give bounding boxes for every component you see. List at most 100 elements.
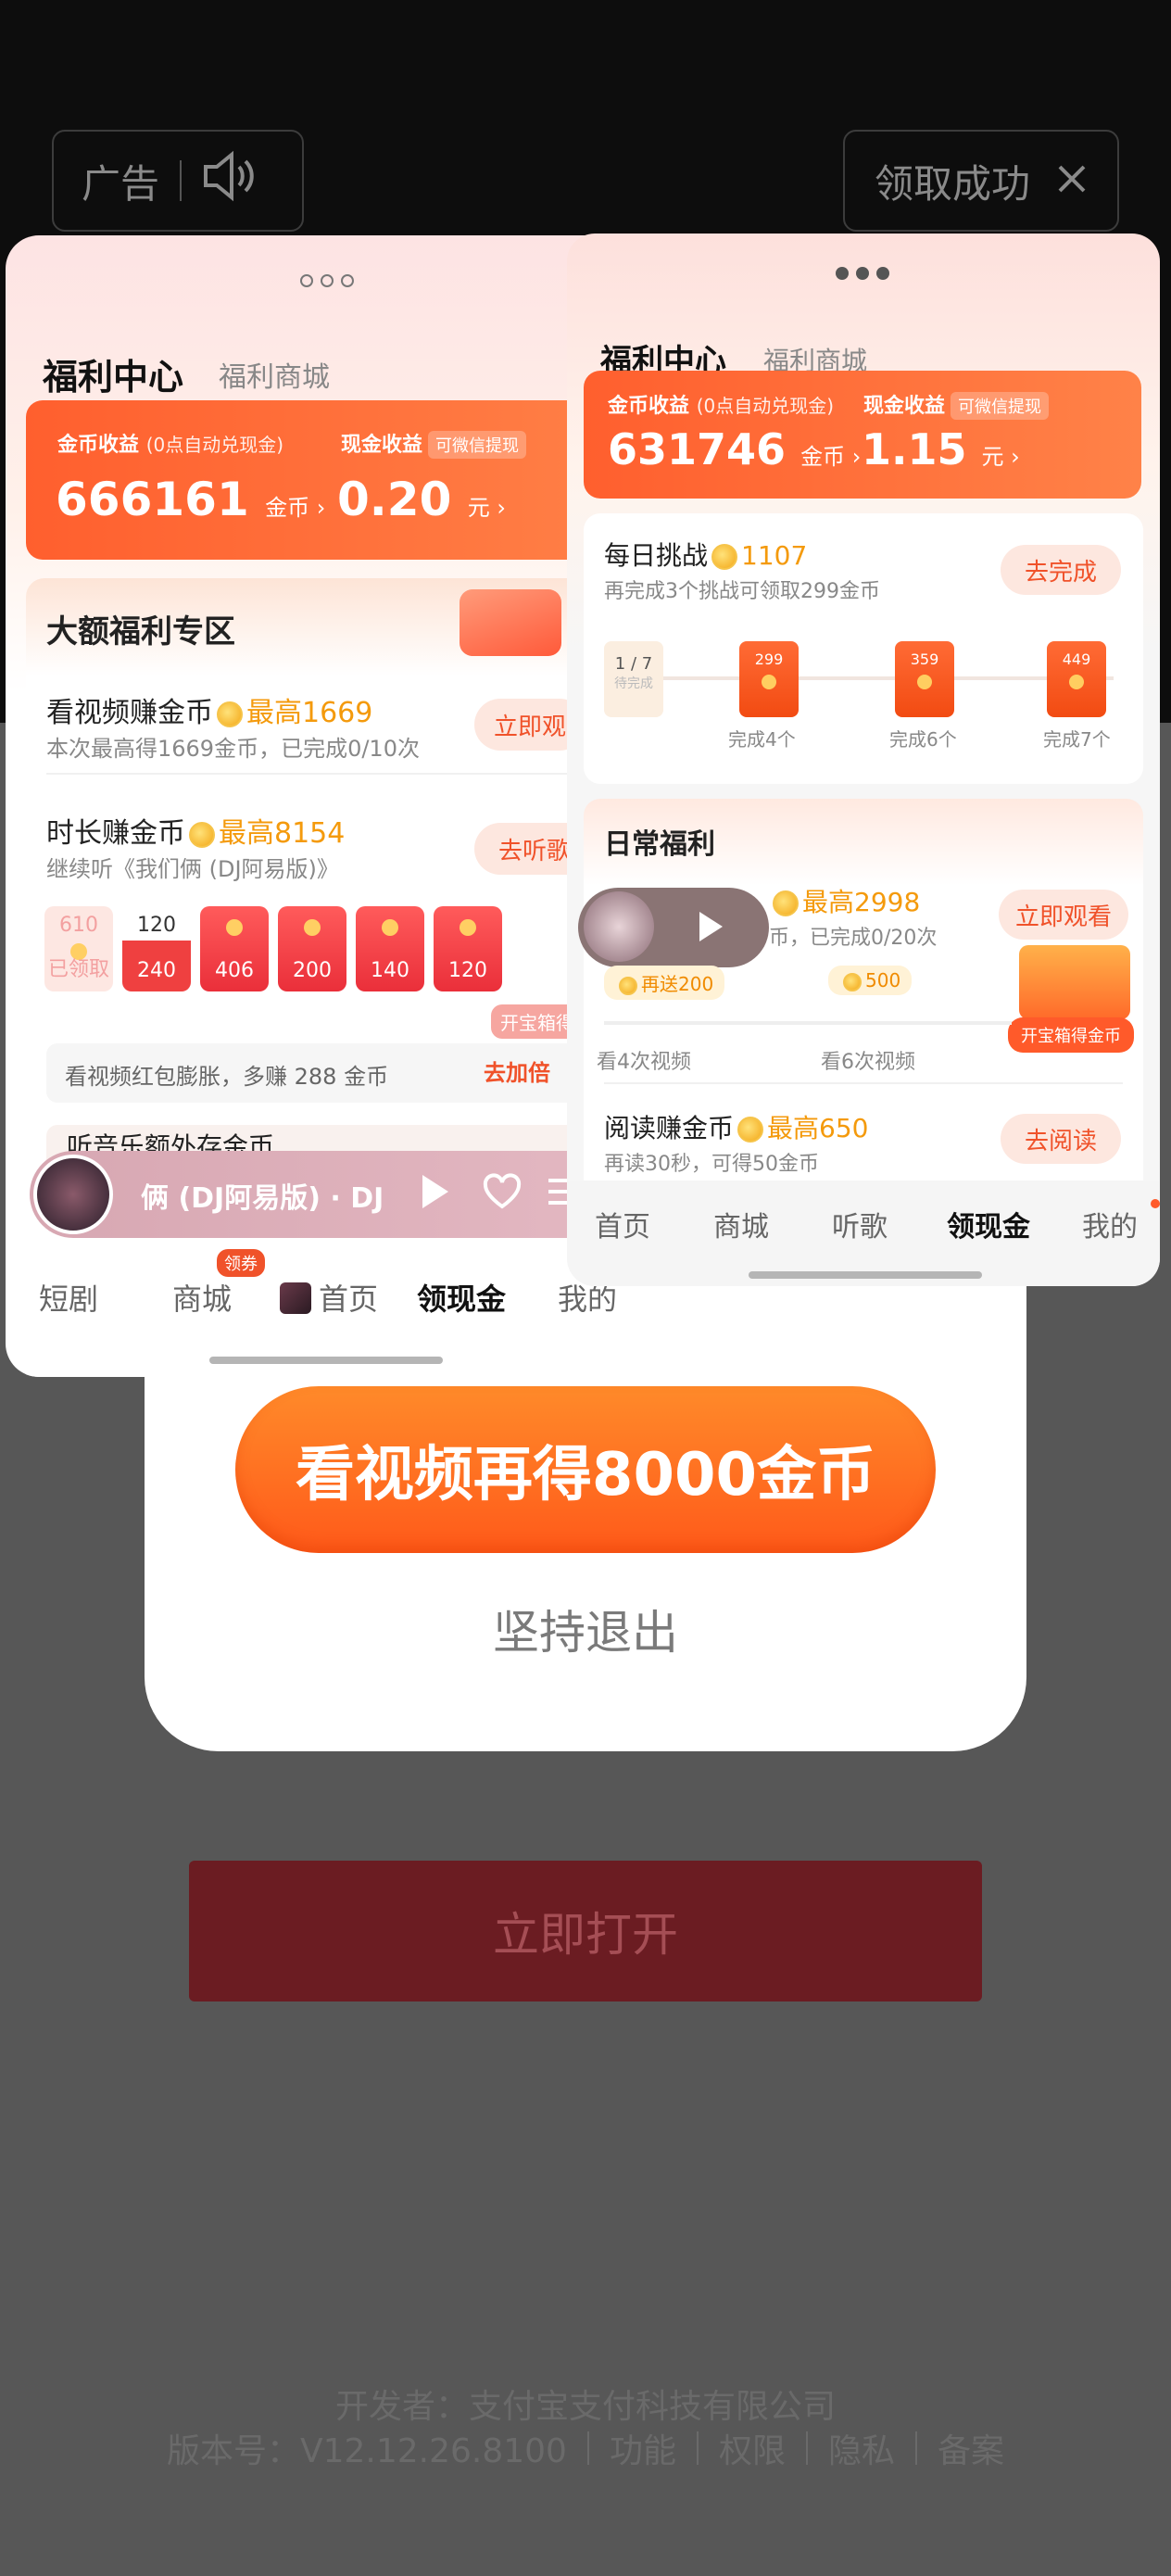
version-info: 版本号：V12.12.26.8100 xyxy=(166,2432,567,2470)
tab-welfare-center[interactable]: 福利中心 xyxy=(43,348,183,399)
nav-claim-cash[interactable]: 领现金 xyxy=(417,1276,506,1319)
red-packet: 200 xyxy=(278,906,346,991)
video-earn-desc: 本次最高得1669金币，已完成0/10次 xyxy=(46,736,420,762)
nav-mall[interactable]: 商城 xyxy=(713,1204,769,1244)
read-earn-title: 阅读赚金币 xyxy=(604,1113,735,1143)
coin-icon xyxy=(217,701,243,727)
red-packet: 120 xyxy=(434,906,502,991)
bottom-nav: 短剧 商城 领券 首页 领现金 我的 xyxy=(39,1249,647,1325)
home-indicator xyxy=(209,1357,443,1364)
go-complete-button[interactable]: 去完成 xyxy=(1001,545,1121,595)
notification-dot xyxy=(1151,1199,1160,1208)
link-filing[interactable]: 备案 xyxy=(938,2424,1004,2472)
nav-short-drama[interactable]: 短剧 xyxy=(39,1276,98,1319)
link-features[interactable]: 功能 xyxy=(610,2424,676,2472)
open-now-button[interactable]: 立即打开 xyxy=(189,1861,982,2001)
footer-links: 版本号：V12.12.26.8100 功能 权限 隐私 备案 xyxy=(0,2424,1171,2472)
treasure-label: 开宝箱得金币 xyxy=(1008,1017,1134,1053)
nav-home[interactable]: 首页 xyxy=(595,1204,650,1244)
coupon-badge: 领券 xyxy=(217,1249,265,1277)
ad-chip[interactable]: 广告 xyxy=(52,130,304,232)
link-permissions[interactable]: 权限 xyxy=(719,2424,786,2472)
recent-app-card-right[interactable]: 福利中心 福利商城 金币收益 (0点自动兑现金) 631746 金币 › 现金收… xyxy=(567,234,1160,1286)
more-dots-icon[interactable] xyxy=(836,267,889,280)
listen-max: 最高8154 xyxy=(219,817,346,850)
developer-info: 开发者：支付宝支付科技有限公司 xyxy=(334,2388,836,2426)
bonus-500: 500 xyxy=(865,969,901,991)
nav-mall[interactable]: 商城 xyxy=(172,1276,232,1319)
wechat-withdraw-badge: 可微信提现 xyxy=(951,392,1050,420)
coin-icon xyxy=(843,972,862,991)
play-icon[interactable] xyxy=(697,910,724,947)
go-read-button[interactable]: 去阅读 xyxy=(1001,1114,1121,1164)
coin-icon xyxy=(711,544,738,570)
speaker-icon[interactable] xyxy=(202,150,259,211)
album-avatar[interactable] xyxy=(33,1155,113,1234)
read-desc: 再读30秒，可得50金币 xyxy=(604,1153,819,1176)
treasure-chest-icon[interactable] xyxy=(1019,945,1130,1019)
challenge-desc: 再完成3个挑战可领取299金币 xyxy=(604,580,880,603)
cash-earnings-label: 现金收益 xyxy=(341,434,423,457)
more-dots-icon[interactable] xyxy=(300,274,354,287)
ad-label: 广告 xyxy=(82,160,160,207)
coin-icon xyxy=(189,821,215,848)
nav-listen[interactable]: 听歌 xyxy=(832,1204,888,1244)
listen-earn-title: 时长赚金币 xyxy=(46,817,185,850)
close-icon[interactable] xyxy=(1056,158,1088,204)
watch-video-button[interactable]: 看视频再得8000金币 xyxy=(235,1386,936,1553)
envelope-449-label: 完成7个 xyxy=(1043,728,1111,751)
quit-button[interactable]: 坚持退出 xyxy=(145,1596,1026,1662)
heart-icon[interactable] xyxy=(482,1173,523,1214)
watch-max: 最高2998 xyxy=(802,887,921,917)
video-earn-title: 看视频赚金币 xyxy=(46,697,213,729)
milestone-4: 看4次视频 xyxy=(597,1051,691,1074)
nav-mine[interactable]: 我的 xyxy=(1082,1204,1138,1244)
red-packet: 140 xyxy=(356,906,424,991)
milestone-track xyxy=(604,1021,1012,1025)
envelope-359-label: 完成6个 xyxy=(889,728,957,751)
envelope-449[interactable]: 449 xyxy=(1047,641,1106,717)
promo-text: 看视频红包膨胀，多赚 288 金币 xyxy=(65,1064,389,1090)
play-icon[interactable] xyxy=(419,1173,450,1214)
watch-desc: 币，已完成0/20次 xyxy=(769,927,938,950)
cash-balance[interactable]: 1.15 元 › xyxy=(862,424,1020,474)
bottom-nav: 首页 商城 听歌 领现金 我的 xyxy=(595,1199,1160,1247)
progress-start: 1 / 7 待完成 xyxy=(604,641,663,717)
nav-claim-cash[interactable]: 领现金 xyxy=(947,1204,1030,1244)
coin-icon xyxy=(773,890,799,916)
listen-earn-desc: 继续听《我们俩 (DJ阿易版)》 xyxy=(46,856,339,882)
cash-earnings-label: 现金收益 xyxy=(863,395,946,418)
claim-label: 领取成功 xyxy=(874,160,1030,207)
video-avatar[interactable] xyxy=(584,891,654,962)
coin-earnings-label: 金币收益 xyxy=(608,395,690,418)
coin-balance[interactable]: 666161 金币 › xyxy=(56,473,325,526)
zone-title: 大额福利专区 xyxy=(46,613,235,650)
challenge-progress-track xyxy=(632,676,1114,680)
envelope-359[interactable]: 359 xyxy=(895,641,954,717)
player-title: 俩 (DJ阿易版) · DJ xyxy=(141,1182,384,1215)
challenge-title: 每日挑战 xyxy=(604,540,709,571)
recent-app-card-left[interactable]: 福利中心 福利商城 金币收益 (0点自动兑现金) 666161 金币 › 现金收… xyxy=(6,235,647,1377)
read-max: 最高650 xyxy=(767,1113,869,1143)
packet-claimed: 610 已领取 xyxy=(44,906,113,991)
video-max: 最高1669 xyxy=(246,697,373,729)
coin-icon xyxy=(737,1117,764,1143)
nav-home[interactable]: 首页 xyxy=(319,1276,378,1319)
gift-illustration xyxy=(460,589,561,656)
coin-balance[interactable]: 631746 金币 › xyxy=(608,424,861,474)
double-button[interactable]: 去加倍 xyxy=(484,1054,550,1087)
coin-earnings-label: 金币收益 xyxy=(57,434,140,457)
red-packet: 406 xyxy=(200,906,269,991)
watch-now-button[interactable]: 立即观看 xyxy=(999,890,1128,940)
milestone-6: 看6次视频 xyxy=(821,1051,915,1074)
bonus-200: 再送200 xyxy=(641,973,714,995)
wechat-withdraw-badge: 可微信提现 xyxy=(428,431,527,459)
link-privacy[interactable]: 隐私 xyxy=(828,2424,895,2472)
home-indicator xyxy=(749,1271,982,1279)
envelope-299[interactable]: 299 xyxy=(739,641,799,717)
claim-chip[interactable]: 领取成功 xyxy=(843,130,1119,232)
cash-balance[interactable]: 0.20 元 › xyxy=(337,473,506,526)
earnings-panel: 金币收益 (0点自动兑现金) 631746 金币 › 现金收益 可微信提现 1.1… xyxy=(584,371,1141,499)
tab-welfare-mall[interactable]: 福利商城 xyxy=(219,354,330,395)
earnings-panel: 金币收益 (0点自动兑现金) 666161 金币 › 现金收益 可微信提现 0.2… xyxy=(26,400,647,560)
